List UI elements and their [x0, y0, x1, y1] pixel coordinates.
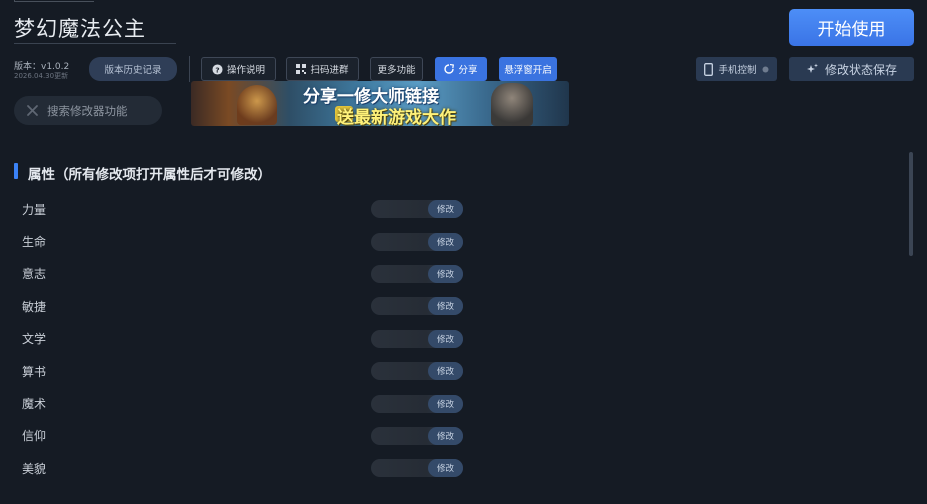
- modify-button[interactable]: 修改: [428, 395, 463, 413]
- svg-text:?: ?: [215, 65, 219, 74]
- save-state-button[interactable]: 修改状态保存: [789, 57, 914, 81]
- phone-control-label: 手机控制: [718, 65, 757, 76]
- row-label-arithmetic: 算书: [22, 365, 47, 379]
- scrollbar-thumb[interactable]: [909, 152, 913, 256]
- start-button[interactable]: 开始使用: [789, 9, 914, 46]
- row-label-literature: 文学: [22, 332, 47, 346]
- toggle-will[interactable]: 修改: [371, 265, 463, 283]
- modify-button[interactable]: 修改: [428, 297, 463, 315]
- help-icon: ?: [212, 63, 223, 75]
- toggle-faith[interactable]: 修改: [371, 427, 463, 445]
- page-title: 梦幻魔法公主: [14, 17, 146, 41]
- tools-icon: [26, 104, 39, 117]
- toggle-agility[interactable]: 修改: [371, 297, 463, 315]
- section-accent-bar: [14, 163, 18, 179]
- banner-subline: 送最新游戏大作: [337, 108, 456, 126]
- save-state-label: 修改状态保存: [824, 62, 897, 77]
- section-title: 属性（所有修改项打开属性后才可修改）: [28, 167, 271, 183]
- modify-button[interactable]: 修改: [428, 265, 463, 283]
- row-label-health: 生命: [22, 235, 47, 249]
- status-dot-icon: [762, 66, 769, 73]
- toggle-health[interactable]: 修改: [371, 233, 463, 251]
- phone-icon: [704, 62, 714, 76]
- search-input[interactable]: 搜索修改器功能: [14, 96, 162, 125]
- top-decoration: [14, 0, 94, 2]
- row-label-agility: 敏捷: [22, 300, 47, 314]
- qrcode-icon: [296, 64, 307, 74]
- scan-group-label: 扫码进群: [310, 65, 349, 76]
- toggle-magic[interactable]: 修改: [371, 395, 463, 413]
- modify-button[interactable]: 修改: [428, 459, 463, 477]
- modify-button[interactable]: 修改: [428, 427, 463, 445]
- modify-button[interactable]: 修改: [428, 330, 463, 348]
- version-date: 2026.04.30更新: [14, 72, 69, 80]
- modify-button[interactable]: 修改: [428, 362, 463, 380]
- share-icon: [444, 64, 455, 74]
- floating-window-button[interactable]: 悬浮窗开启: [499, 57, 557, 81]
- banner-character-left: [237, 85, 277, 125]
- search-placeholder: 搜索修改器功能: [47, 103, 128, 118]
- scan-group-button[interactable]: 扫码进群: [286, 57, 359, 81]
- row-label-beauty: 美貌: [22, 462, 47, 476]
- toggle-beauty[interactable]: 修改: [371, 459, 463, 477]
- modify-button[interactable]: 修改: [428, 233, 463, 251]
- row-label-will: 意志: [22, 267, 47, 281]
- promo-banner[interactable]: 分享一修大师链接 送最新游戏大作: [191, 81, 569, 126]
- toggle-literature[interactable]: 修改: [371, 330, 463, 348]
- sparkle-icon: [806, 63, 819, 76]
- share-label: 分享: [458, 65, 478, 76]
- modify-button[interactable]: 修改: [428, 200, 463, 218]
- toggle-arithmetic[interactable]: 修改: [371, 362, 463, 380]
- version-history-button[interactable]: 版本历史记录: [89, 57, 177, 81]
- toggle-strength[interactable]: 修改: [371, 200, 463, 218]
- manual-button[interactable]: ? 操作说明: [201, 57, 276, 81]
- title-underline: [14, 43, 176, 44]
- row-label-magic: 魔术: [22, 397, 47, 411]
- row-label-strength: 力量: [22, 203, 47, 217]
- phone-control-button[interactable]: 手机控制: [696, 57, 777, 81]
- manual-label: 操作说明: [226, 65, 265, 76]
- row-label-faith: 信仰: [22, 429, 47, 443]
- share-button[interactable]: 分享: [435, 57, 487, 81]
- more-features-button[interactable]: 更多功能: [370, 57, 423, 81]
- toolbar-divider: [189, 56, 190, 82]
- banner-character-right: [491, 83, 533, 126]
